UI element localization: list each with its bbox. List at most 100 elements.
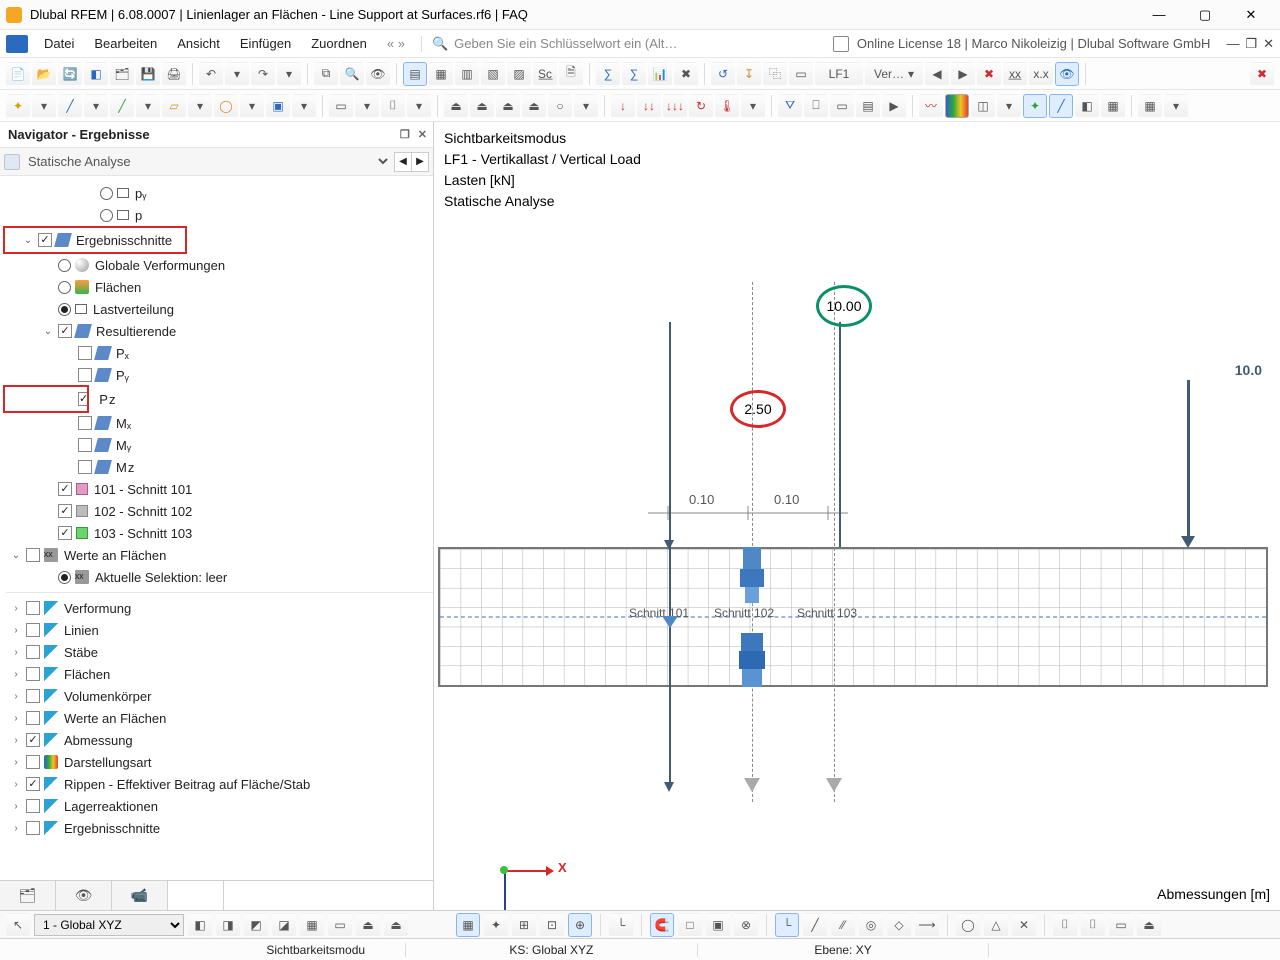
line-dropdown[interactable]: ▾: [84, 94, 108, 118]
keyword-search[interactable]: 🔍 Geben Sie ein Schlüsselwort ein (Alt…: [421, 36, 681, 52]
snap-int[interactable]: ⊗: [734, 913, 758, 937]
checkbox-wertefl[interactable]: [26, 548, 40, 562]
node-flaechen[interactable]: Flächen: [93, 280, 141, 295]
cursor-tool[interactable]: ↖: [6, 913, 30, 937]
lower-10[interactable]: Ergebnisschnitte: [62, 821, 160, 836]
prev-analysis-button[interactable]: ◀: [394, 152, 412, 172]
moment-tool[interactable]: ↻: [689, 94, 713, 118]
caret-icon[interactable]: ›: [10, 647, 22, 658]
extra-drop[interactable]: ▾: [1164, 94, 1188, 118]
node-mx[interactable]: Mₓ: [114, 416, 131, 431]
snap-mag[interactable]: 🧲: [650, 913, 674, 937]
cb-lower-0[interactable]: [26, 601, 40, 615]
node-sch103[interactable]: 103 - Schnitt 103: [92, 526, 192, 541]
extra-1[interactable]: ▦: [1138, 94, 1162, 118]
box-tool[interactable]: ▭: [830, 94, 854, 118]
checkbox-mz[interactable]: [78, 460, 92, 474]
delete-results-button[interactable]: ✖: [977, 62, 1001, 86]
contour-tool[interactable]: [945, 94, 969, 118]
next-case-button[interactable]: ▶: [951, 62, 975, 86]
support-surf-tool[interactable]: ⏏: [496, 94, 520, 118]
analysis-selector[interactable]: Statische Analyse: [24, 153, 391, 170]
surface-drop[interactable]: ▾: [188, 94, 212, 118]
cs-tool-7[interactable]: ⏏: [356, 913, 380, 937]
mdi-minimize-icon[interactable]: —: [1226, 36, 1239, 52]
redo-button[interactable]: ↷: [251, 62, 275, 86]
next-analysis-button[interactable]: ▶: [411, 152, 429, 172]
snap-b[interactable]: △: [984, 913, 1008, 937]
float-icon[interactable]: ❐: [400, 128, 410, 141]
results-button[interactable]: 📊: [648, 62, 672, 86]
radio-aktsel[interactable]: [58, 571, 71, 584]
select-drop[interactable]: ▾: [355, 94, 379, 118]
load-drop[interactable]: ▾: [741, 94, 765, 118]
save-button[interactable]: 💾: [136, 62, 160, 86]
table-toggle[interactable]: ▤: [403, 62, 427, 86]
radio-py[interactable]: [100, 187, 113, 200]
view-cube-button[interactable]: ◧: [84, 62, 108, 86]
node-resultierende[interactable]: Resultierende: [94, 324, 176, 339]
tab-data[interactable]: 🗂: [0, 881, 56, 910]
snap-par[interactable]: ⁄⁄: [831, 913, 855, 937]
lower-5[interactable]: Werte an Flächen: [62, 711, 166, 726]
caret-icon[interactable]: ›: [10, 823, 22, 834]
undo-dropdown[interactable]: ▾: [225, 62, 249, 86]
cs-tool-6[interactable]: ▭: [328, 913, 352, 937]
refresh-button[interactable]: 🔄: [58, 62, 82, 86]
snap-g[interactable]: ⏏: [1137, 913, 1161, 937]
minimize-button[interactable]: —: [1136, 0, 1182, 30]
node-pz[interactable]: P z: [97, 392, 115, 407]
mdi-restore-icon[interactable]: ❐: [1245, 36, 1257, 52]
snap-L[interactable]: └: [609, 913, 633, 937]
snap-mid[interactable]: ▣: [706, 913, 730, 937]
caret-icon[interactable]: ›: [10, 779, 22, 790]
cb-lower-4[interactable]: [26, 689, 40, 703]
layer-tool[interactable]: ▤: [856, 94, 880, 118]
radio-flaechen[interactable]: [58, 281, 71, 294]
checkbox-mx[interactable]: [78, 416, 92, 430]
line-load-tool[interactable]: ↓↓: [637, 94, 661, 118]
support-line-tool[interactable]: ⏏: [470, 94, 494, 118]
render-tool[interactable]: ▦: [1101, 94, 1125, 118]
clip-tool[interactable]: ⎕: [804, 94, 828, 118]
lower-8[interactable]: Rippen - Effektiver Beitrag auf Fläche/S…: [62, 777, 310, 792]
node-mz[interactable]: M z: [114, 460, 134, 475]
snap-d[interactable]: ⌷: [1053, 913, 1077, 937]
caret-icon[interactable]: ›: [10, 757, 22, 768]
node-py2[interactable]: Pᵧ: [114, 368, 129, 383]
clip-plane-tool[interactable]: ✦: [1023, 94, 1047, 118]
node-dropdown[interactable]: ▾: [32, 94, 56, 118]
undo-button[interactable]: ↶: [199, 62, 223, 86]
cb-lower-3[interactable]: [26, 667, 40, 681]
support-link-tool[interactable]: ⏏: [522, 94, 546, 118]
calc-all-button[interactable]: ∑: [622, 62, 646, 86]
cs-tool-1[interactable]: ◧: [188, 913, 212, 937]
lower-9[interactable]: Lagerreaktionen: [62, 799, 158, 814]
cross-button[interactable]: ✖: [674, 62, 698, 86]
snap-near[interactable]: ◇: [887, 913, 911, 937]
caret-icon[interactable]: ⌄: [10, 550, 22, 561]
caret-icon[interactable]: ›: [10, 713, 22, 724]
cs-tool-5[interactable]: ▦: [300, 913, 324, 937]
cs-tool-2[interactable]: ◨: [216, 913, 240, 937]
misc-button-1[interactable]: ▨: [507, 62, 531, 86]
print-button[interactable]: 🖨: [162, 62, 186, 86]
calculate-button[interactable]: ∑: [596, 62, 620, 86]
xxx-button[interactable]: x̲x̲: [1003, 62, 1027, 86]
cb-lower-10[interactable]: [26, 821, 40, 835]
lower-2[interactable]: Stäbe: [62, 645, 98, 660]
snap-ext[interactable]: ⟶: [915, 913, 939, 937]
opening-drop[interactable]: ▾: [240, 94, 264, 118]
caret-icon[interactable]: ›: [10, 691, 22, 702]
vis-type-button[interactable]: ▭: [789, 62, 813, 86]
node-aktsel[interactable]: Aktuelle Selektion: leer: [93, 570, 227, 585]
opening-tool[interactable]: ◯: [214, 94, 238, 118]
close-panel-icon[interactable]: ✕: [418, 128, 427, 141]
surface-tool[interactable]: ▱: [162, 94, 186, 118]
snap-tang[interactable]: ╱: [803, 913, 827, 937]
node-lastverteilung[interactable]: Lastverteilung: [91, 302, 174, 317]
checkbox-ergebnisschnitte[interactable]: [38, 233, 52, 247]
cb-lower-5[interactable]: [26, 711, 40, 725]
cb-lower-7[interactable]: [26, 755, 40, 769]
radio-globverf[interactable]: [58, 259, 71, 272]
